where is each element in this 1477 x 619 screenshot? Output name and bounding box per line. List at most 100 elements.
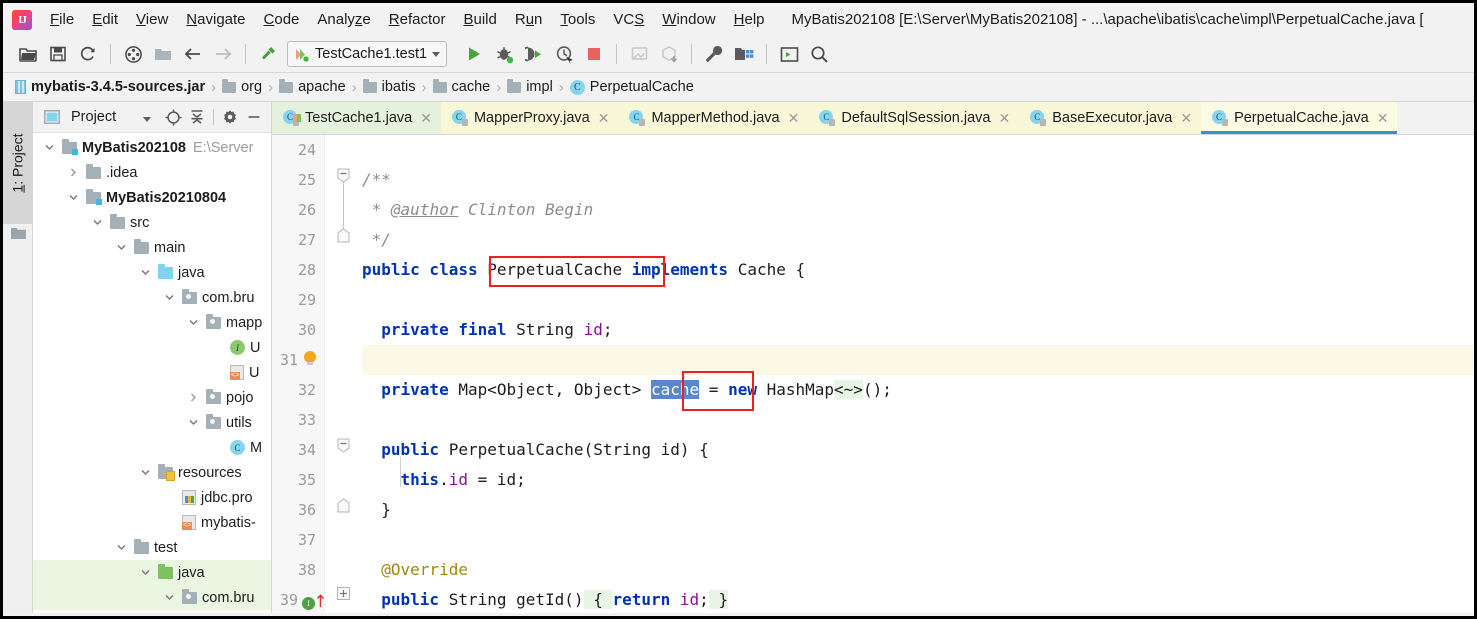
- menu-vcs[interactable]: VCS: [604, 8, 653, 31]
- project-structure-icon[interactable]: [729, 40, 759, 68]
- tree-item-mybatis-utils-class[interactable]: CM: [33, 435, 271, 460]
- code-folding-gutter[interactable]: [324, 135, 362, 613]
- tree-item-jdbc-properties[interactable]: jdbc.pro: [33, 485, 271, 510]
- code-line-24[interactable]: [362, 135, 1474, 165]
- tab-defaultsqlsession[interactable]: C DefaultSqlSession.java ✕: [808, 102, 1020, 134]
- tree-item-user-mapper-interface[interactable]: IU: [33, 335, 271, 360]
- tab-testcache1[interactable]: C TestCache1.java ✕: [272, 102, 441, 134]
- breadcrumb-item-perpetualcache[interactable]: C PerpetualCache: [566, 79, 698, 95]
- code-line-26[interactable]: * @author Clinton Begin: [362, 195, 1474, 225]
- tree-item-mybatis20210804[interactable]: MyBatis20210804: [33, 185, 271, 210]
- project-tree[interactable]: MyBatis202108 E:\Server .idea MyBatis202108…: [33, 133, 271, 613]
- tab-close-icon[interactable]: ✕: [788, 110, 800, 127]
- sidebar-item-project[interactable]: 1: Project: [3, 102, 33, 224]
- run-coverage-icon[interactable]: [519, 40, 549, 68]
- collapse-all-icon[interactable]: [186, 106, 208, 128]
- tab-close-icon[interactable]: ✕: [1180, 110, 1192, 127]
- tree-expander-resources[interactable]: [137, 468, 153, 477]
- code-line-27[interactable]: */: [362, 225, 1474, 255]
- code-line-33[interactable]: [362, 405, 1474, 435]
- code-line-39[interactable]: public String getId() { return id; }: [362, 585, 1474, 613]
- tree-item-test-com-bru[interactable]: com.bru: [33, 585, 271, 610]
- tab-close-icon[interactable]: ✕: [1377, 110, 1389, 127]
- code-line-34[interactable]: public PerpetualCache(String id) {: [362, 435, 1474, 465]
- tab-perpetualcache[interactable]: C PerpetualCache.java ✕: [1201, 102, 1398, 134]
- open-folder-icon[interactable]: [13, 40, 43, 68]
- menu-window[interactable]: Window: [653, 8, 724, 31]
- breadcrumb-item-apache[interactable]: apache: [275, 78, 350, 95]
- tree-expander-test[interactable]: [113, 543, 129, 552]
- code-line-25[interactable]: /**: [362, 165, 1474, 195]
- fold-expand-getid[interactable]: [337, 587, 350, 605]
- tree-item-idea[interactable]: .idea: [33, 160, 271, 185]
- breadcrumb-item-org[interactable]: org: [218, 78, 266, 95]
- tree-expander-utils[interactable]: [185, 418, 201, 427]
- code-content[interactable]: /** * @author Clinton Begin */ public cl…: [362, 135, 1474, 613]
- menu-help[interactable]: Help: [725, 8, 774, 31]
- breadcrumb-item-impl[interactable]: impl: [503, 78, 557, 95]
- tab-mappermethod[interactable]: C MapperMethod.java ✕: [618, 102, 809, 134]
- tree-expander-mybatis20210804[interactable]: [65, 193, 81, 202]
- save-all-icon[interactable]: [43, 40, 73, 68]
- sync-icon[interactable]: [73, 40, 103, 68]
- menu-view[interactable]: View: [127, 8, 177, 31]
- hide-icon[interactable]: [243, 106, 265, 128]
- tab-close-icon[interactable]: ✕: [598, 110, 610, 127]
- back-arrow-icon[interactable]: [178, 40, 208, 68]
- project-view-icon[interactable]: [41, 106, 63, 128]
- line-number-gutter[interactable]: 2425262728293031323334353637383942I: [272, 135, 325, 613]
- menu-edit[interactable]: Edit: [83, 8, 127, 31]
- chevron-down-icon[interactable]: [143, 116, 151, 122]
- menu-tools[interactable]: Tools: [551, 8, 604, 31]
- locate-icon[interactable]: [162, 106, 184, 128]
- update-project-icon[interactable]: [118, 40, 148, 68]
- tree-expander-test-com-bru[interactable]: [161, 593, 177, 602]
- tree-item-mybatis202108[interactable]: MyBatis202108 E:\Server: [33, 135, 271, 160]
- profile-icon[interactable]: [549, 40, 579, 68]
- code-line-32[interactable]: private Map<Object, Object> cache = new …: [362, 375, 1474, 405]
- tree-expander-main[interactable]: [113, 243, 129, 252]
- terminal-icon[interactable]: [774, 40, 804, 68]
- menu-file[interactable]: File: [41, 8, 83, 31]
- code-line-31[interactable]: [362, 345, 1474, 375]
- settings-wrench-icon[interactable]: [699, 40, 729, 68]
- code-line-35[interactable]: this.id = id;: [362, 465, 1474, 495]
- menu-run[interactable]: Run: [506, 8, 552, 31]
- tree-item-user-mapper-xml[interactable]: U: [33, 360, 271, 385]
- tree-item-test-java[interactable]: java: [33, 560, 271, 585]
- tree-item-pojo[interactable]: pojo: [33, 385, 271, 410]
- tree-expander-com-bru[interactable]: [161, 293, 177, 302]
- tree-item-test[interactable]: test: [33, 535, 271, 560]
- code-line-29[interactable]: [362, 285, 1474, 315]
- tree-item-resources[interactable]: resources: [33, 460, 271, 485]
- tree-expander-idea[interactable]: [65, 168, 81, 177]
- menu-refactor[interactable]: Refactor: [380, 8, 455, 31]
- tree-item-com-bru[interactable]: com.bru: [33, 285, 271, 310]
- implements-method-icon[interactable]: I: [302, 594, 325, 613]
- tree-item-src[interactable]: src: [33, 210, 271, 235]
- tab-baseexecutor[interactable]: C BaseExecutor.java ✕: [1019, 102, 1202, 134]
- tree-expander-test-java[interactable]: [137, 568, 153, 577]
- editor-viewport[interactable]: 2425262728293031323334353637383942I /** …: [272, 135, 1474, 613]
- tab-close-icon[interactable]: ✕: [998, 110, 1010, 127]
- menu-analyze[interactable]: Analyze: [308, 8, 379, 31]
- code-line-28[interactable]: public class PerpetualCache implements C…: [362, 255, 1474, 285]
- run-icon[interactable]: [459, 40, 489, 68]
- tab-close-icon[interactable]: ✕: [420, 110, 432, 127]
- build-hammer-icon[interactable]: [253, 40, 283, 68]
- tree-item-java[interactable]: java: [33, 260, 271, 285]
- run-configuration-selector[interactable]: TestCache1.test1: [287, 41, 448, 67]
- breadcrumb-item-ibatis[interactable]: ibatis: [359, 78, 420, 95]
- folder-icon[interactable]: [148, 40, 178, 68]
- menu-build[interactable]: Build: [454, 8, 505, 31]
- code-line-37[interactable]: [362, 525, 1474, 555]
- code-line-30[interactable]: private final String id;: [362, 315, 1474, 345]
- fold-open-constructor[interactable]: [337, 438, 350, 458]
- tree-item-mapper[interactable]: mapp: [33, 310, 271, 335]
- tree-expander-pojo[interactable]: [185, 393, 201, 402]
- tree-item-utils[interactable]: utils: [33, 410, 271, 435]
- tree-expander-mapper[interactable]: [185, 318, 201, 327]
- breadcrumb-item-cache[interactable]: cache: [429, 78, 495, 95]
- fold-close-constructor[interactable]: [337, 498, 350, 518]
- tree-expander-mybatis202108[interactable]: [41, 143, 57, 152]
